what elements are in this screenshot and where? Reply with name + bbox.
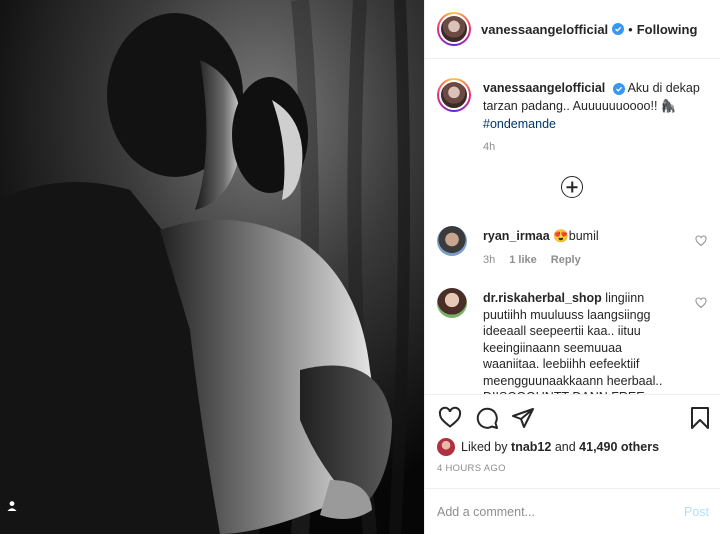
user-icon (7, 501, 17, 511)
liked-by-prefix: Liked by (461, 440, 508, 454)
load-more-comments-button[interactable] (561, 176, 583, 198)
comments-list[interactable]: vanessaangelofficial Aku di dekap tarzan… (425, 60, 720, 394)
comment-text: dr.riskaherbal_shop lingiinn puutiihh mu… (483, 290, 679, 394)
add-comment-input[interactable] (437, 504, 684, 519)
commenter-username[interactable]: ryan_irmaa (483, 229, 550, 243)
comment-item: dr.riskaherbal_shop lingiinn puutiihh mu… (437, 288, 713, 394)
caption-text: vanessaangelofficial Aku di dekap tarzan… (483, 79, 713, 133)
comment-likes[interactable]: 1 like (509, 254, 537, 266)
post-photo[interactable] (0, 0, 424, 534)
add-comment-bar: Post (425, 488, 720, 534)
commenter-username[interactable]: dr.riskaherbal_shop (483, 291, 602, 305)
post-actions: Liked by tnab12 and 41,490 others 4 HOUR… (425, 394, 720, 498)
save-bookmark-icon[interactable] (689, 406, 711, 430)
post-timestamp[interactable]: 4 HOURS AGO (437, 463, 506, 474)
following-button[interactable]: Following (637, 22, 698, 37)
comment-time[interactable]: 3h (483, 254, 495, 266)
liker-avatar[interactable] (437, 438, 455, 456)
caption-hashtag[interactable]: #ondemande (483, 117, 556, 131)
author-username[interactable]: vanessaangelofficial (481, 22, 608, 37)
post-header: vanessaangelofficial • Following (425, 0, 720, 59)
liked-by-count[interactable]: 41,490 others (579, 440, 659, 454)
comment-bubble-icon[interactable] (475, 406, 499, 430)
caption-time[interactable]: 4h (483, 141, 495, 153)
comment-item: ryan_irmaa 😍bumil 3h 1 like Reply (437, 226, 713, 266)
like-comment-heart-icon[interactable] (695, 297, 707, 309)
caption-username[interactable]: vanessaangelofficial (483, 81, 605, 95)
separator-dot: • (628, 21, 633, 37)
comment-meta: 3h 1 like Reply (483, 254, 581, 266)
comment-text: ryan_irmaa 😍bumil (483, 228, 679, 245)
post-details-panel: vanessaangelofficial • Following vanessa… (424, 0, 720, 534)
comment-body: lingiinn puutiihh muuluuss laangsiingg i… (483, 291, 663, 394)
commenter-avatar[interactable] (437, 288, 467, 318)
reply-button[interactable]: Reply (551, 254, 581, 266)
post-comment-button[interactable]: Post (684, 505, 709, 519)
liked-by-user[interactable]: tnab12 (511, 440, 551, 454)
comment-body: 😍bumil (553, 229, 599, 243)
author-avatar[interactable] (437, 12, 471, 46)
caption-avatar[interactable] (437, 78, 471, 112)
share-paper-plane-icon[interactable] (511, 406, 535, 430)
photo-image (0, 0, 424, 534)
verified-badge-icon (612, 23, 625, 35)
likes-summary: Liked by tnab12 and 41,490 others (437, 438, 659, 456)
like-heart-icon[interactable] (438, 406, 462, 430)
like-comment-heart-icon[interactable] (695, 235, 707, 247)
verified-badge-icon (612, 83, 625, 95)
commenter-avatar[interactable] (437, 226, 467, 256)
liked-by-and: and (554, 440, 576, 454)
tagged-users-button[interactable] (6, 500, 28, 522)
